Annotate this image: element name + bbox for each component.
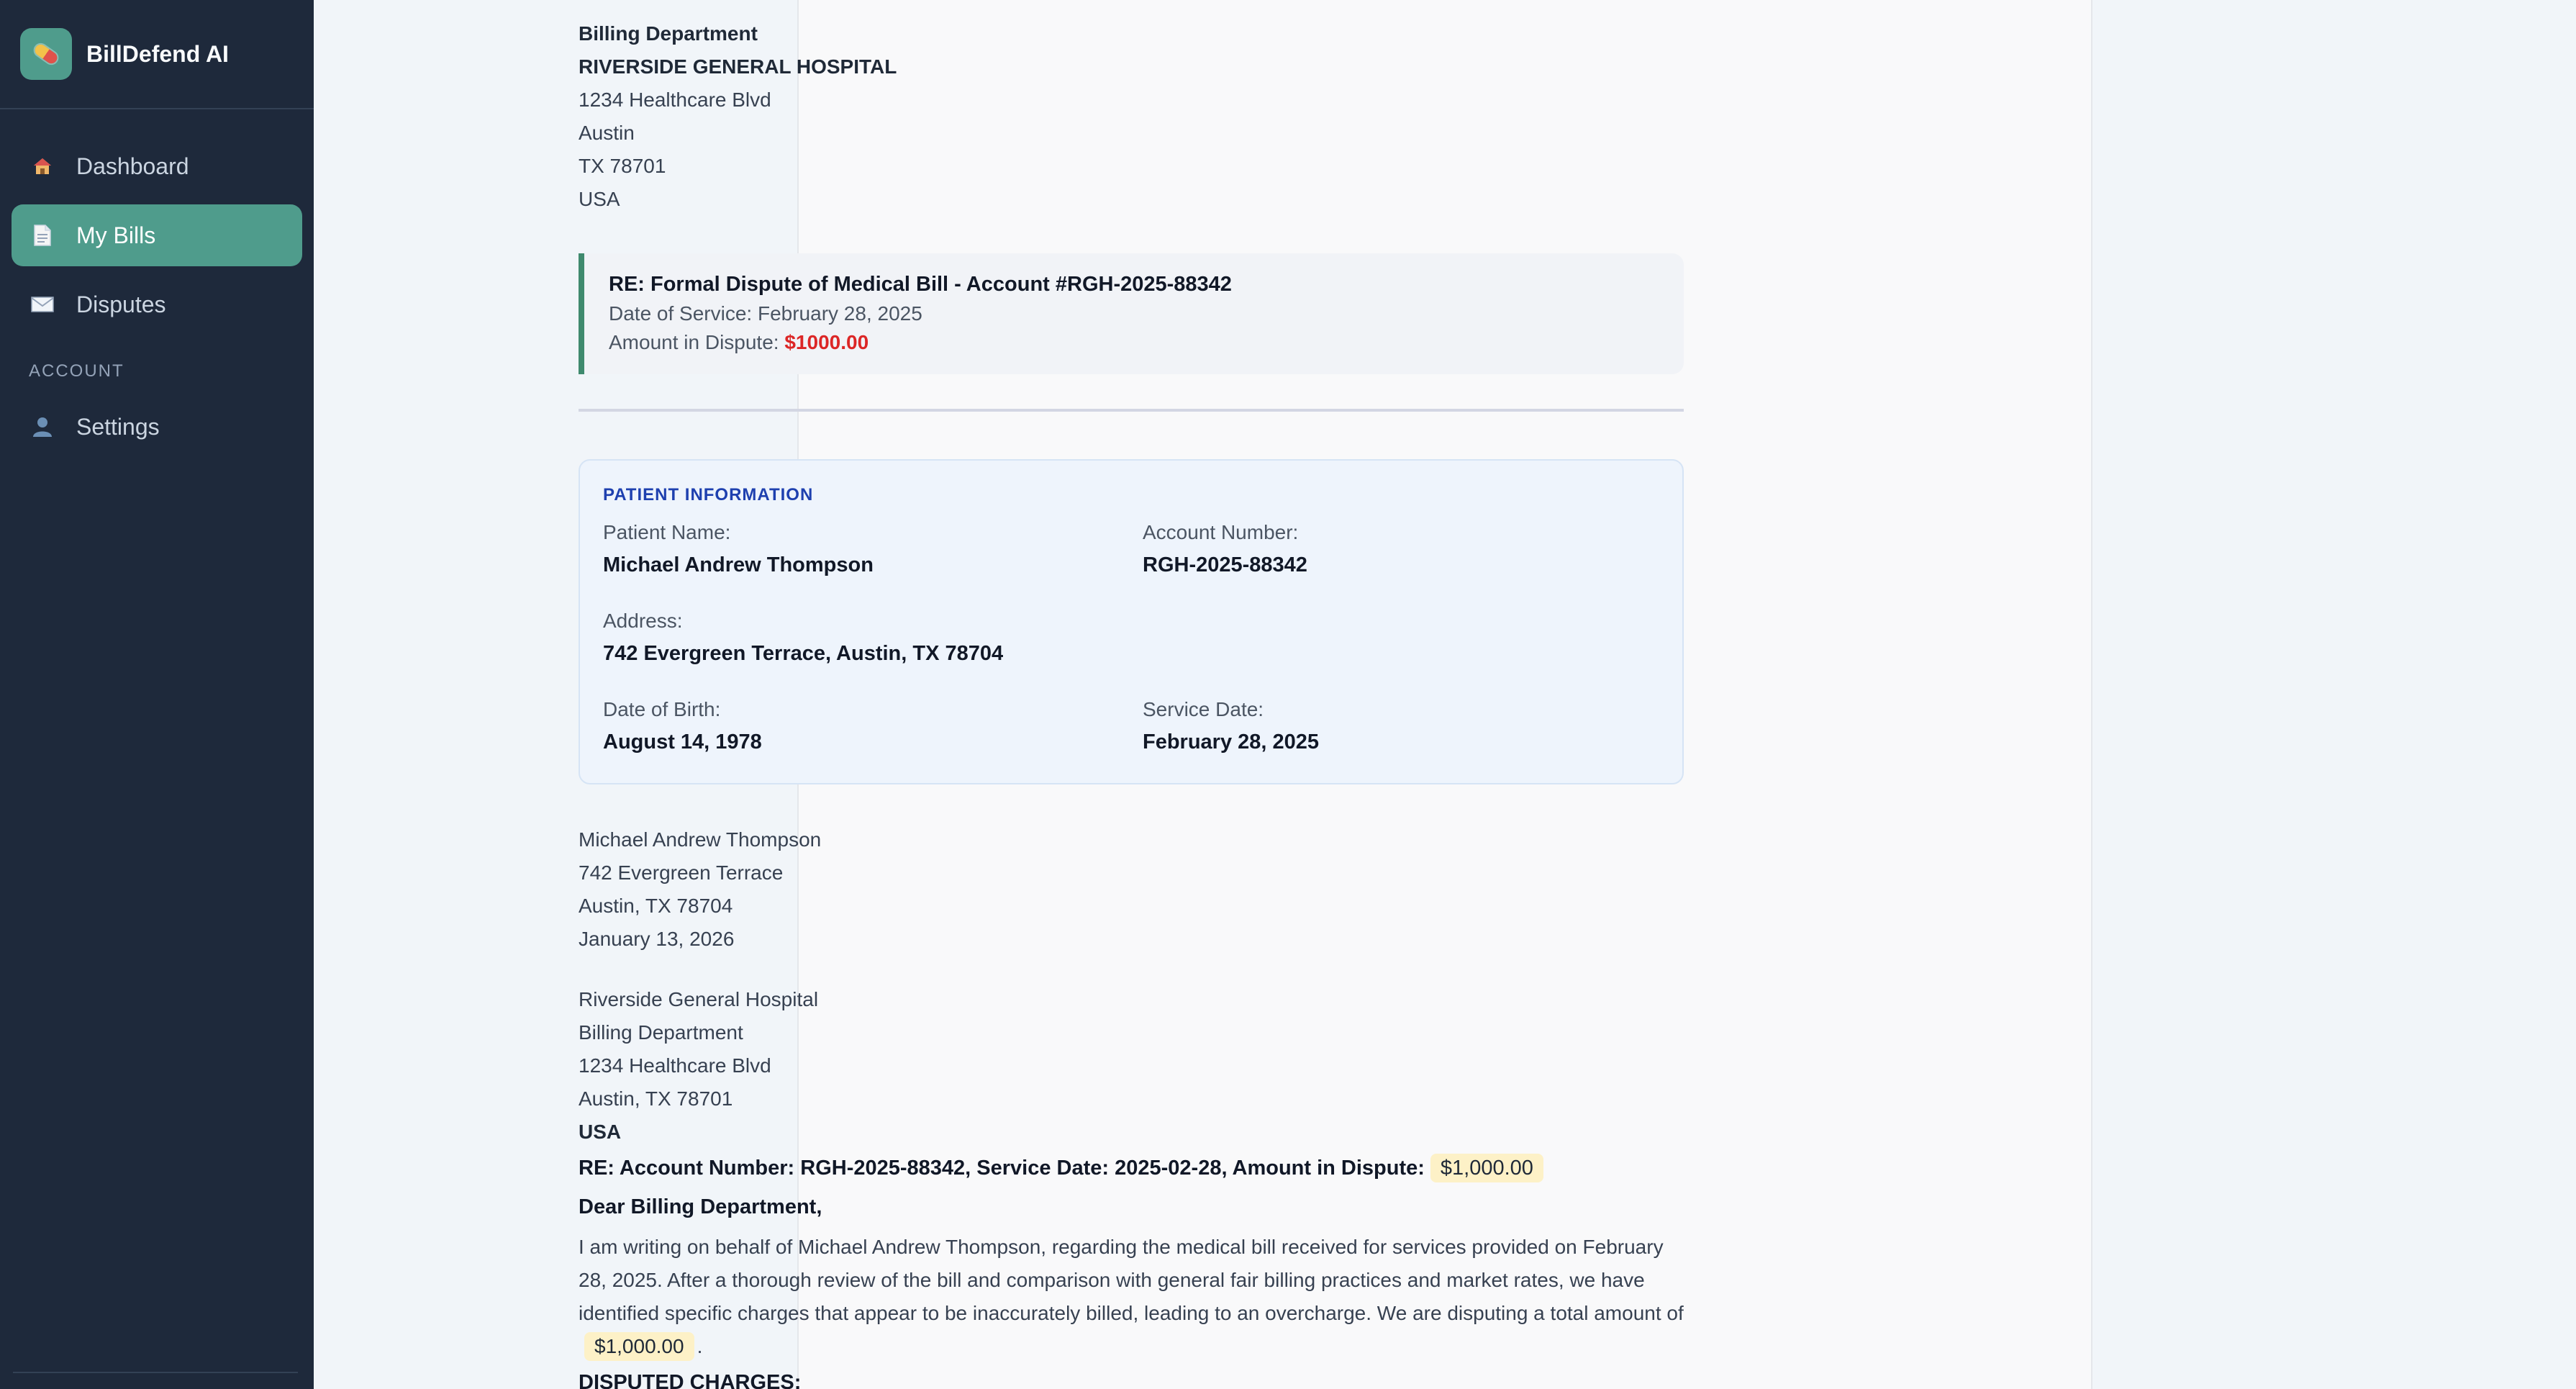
service-date-field: Service Date: February 28, 2025 [1143,694,1319,759]
house-icon [30,154,55,178]
re-title: RE: Formal Dispute of Medical Bill - Acc… [609,273,1232,296]
sidebar-item-label: Disputes [76,291,166,317]
account-number-label: Account Number: [1143,521,1299,543]
recipient-state-zip: TX 78701 [579,155,666,177]
sender-address-block: Michael Andrew Thompson 742 Evergreen Te… [579,823,1684,956]
address-label: Address: [603,610,683,632]
recipient2-city: Austin, TX 78701 [579,1087,733,1110]
recipient-country: USA [579,188,620,210]
subject-line: RE: Account Number: RGH-2025-88342, Serv… [579,1149,1684,1187]
re-amount-value: $1000.00 [784,331,869,353]
re-amount-label: Amount in Dispute: [609,331,779,353]
document-icon [30,223,55,248]
sender-name: Michael Andrew Thompson [579,828,822,851]
dispute-letter: Billing Department RIVERSIDE GENERAL HOS… [579,0,1684,1389]
body-paragraph: I am writing on behalf of Michael Andrew… [579,1231,1684,1363]
recipient2-country: USA [579,1121,622,1143]
sidebar-item-label: Settings [76,413,160,440]
address-value: 742 Evergreen Terrace, Austin, TX 78704 [603,642,1004,665]
address-field: Address: 742 Evergreen Terrace, Austin, … [603,605,1003,670]
pill-logo-icon [20,28,72,80]
sidebar-item-label: Dashboard [76,153,189,179]
patient-info-heading: PATIENT INFORMATION [603,485,814,505]
sender-street: 742 Evergreen Terrace [579,861,784,884]
recipient-address-block: Billing Department RIVERSIDE GENERAL HOS… [579,17,1684,216]
recipient2-street: 1234 Healthcare Blvd [579,1054,771,1077]
body-amount-badge: $1,000.00 [584,1332,694,1361]
account-number-field: Account Number: RGH-2025-88342 [1143,517,1307,582]
account-number-value: RGH-2025-88342 [1143,553,1307,576]
re-amount: Amount in Dispute: $1000.00 [609,328,1684,357]
recipient-street: 1234 Healthcare Blvd [579,89,771,111]
sidebar: BillDefend AI Dashboard My Bills Dispute… [0,0,314,1389]
section-divider [579,409,1684,412]
letter-date: January 13, 2026 [579,928,735,950]
sender-city: Austin, TX 78704 [579,895,733,917]
envelope-icon [30,292,55,317]
service-date-label: Service Date: [1143,698,1264,720]
re-summary-box: RE: Formal Dispute of Medical Bill - Acc… [579,253,1684,374]
disputed-charges-heading: DISPUTED CHARGES: [579,1371,802,1389]
body-text: I am writing on behalf of Michael Andrew… [579,1236,1684,1324]
brand-header: BillDefend AI [0,0,314,109]
recipient-city: Austin [579,122,635,144]
recipient2-dept: Billing Department [579,1021,743,1044]
salutation: Dear Billing Department, [579,1195,822,1218]
sidebar-item-settings[interactable]: Settings [12,396,302,458]
patient-info-card: PATIENT INFORMATION Patient Name: Michae… [579,459,1684,784]
sidebar-item-dashboard[interactable]: Dashboard [12,135,302,197]
sidebar-item-disputes[interactable]: Disputes [12,273,302,335]
re-service-label: Date of Service: [609,302,753,325]
dob-field: Date of Birth: August 14, 1978 [603,694,762,759]
user-icon [30,415,55,439]
sidebar-section-account: ACCOUNT [29,361,124,381]
re-service-value: February 28, 2025 [757,302,922,325]
service-date-value: February 28, 2025 [1143,730,1320,754]
dob-label: Date of Birth: [603,698,721,720]
recipient-dept: Billing Department [579,22,758,45]
recipient2-address-block: Riverside General Hospital Billing Depar… [579,983,1684,1149]
subject-text: RE: Account Number: RGH-2025-88342, Serv… [579,1157,1425,1180]
sidebar-divider [13,1372,298,1373]
subject-amount-badge: $1,000.00 [1430,1154,1543,1182]
patient-name-value: Michael Andrew Thompson [603,553,874,576]
app-name: BillDefend AI [86,40,229,67]
patient-name-field: Patient Name: Michael Andrew Thompson [603,517,874,582]
sidebar-item-my-bills[interactable]: My Bills [12,204,302,266]
recipient-org: RIVERSIDE GENERAL HOSPITAL [579,55,897,78]
re-service-date: Date of Service: February 28, 2025 [609,299,1684,328]
body-end: . [697,1335,703,1357]
recipient2-org: Riverside General Hospital [579,988,819,1010]
dob-value: August 14, 1978 [603,730,762,754]
patient-name-label: Patient Name: [603,521,731,543]
sidebar-item-label: My Bills [76,222,156,248]
sidebar-nav: Dashboard My Bills Disputes ACCOUNT Sett… [0,109,314,458]
